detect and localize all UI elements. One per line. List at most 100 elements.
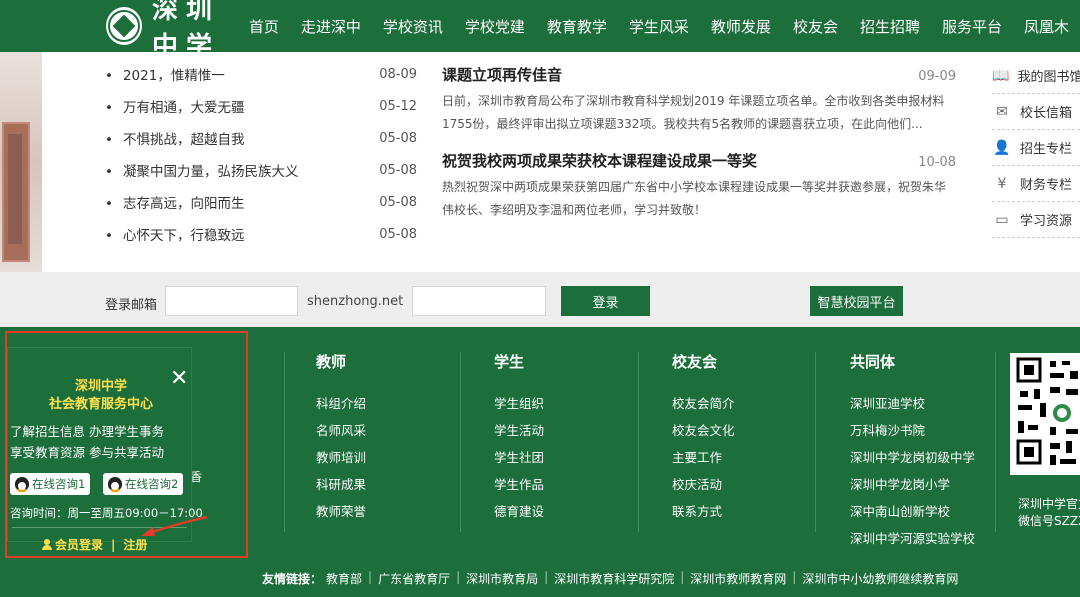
friend-link[interactable]: 深圳市教师教育网 bbox=[690, 570, 786, 587]
footer-link[interactable]: 名师风采 bbox=[316, 417, 366, 444]
footer-column: 共同体 深圳亚迪学校 万科梅沙书院 深圳中学龙岗初级中学 深圳中学龙岗小学 深中南山创新学… bbox=[850, 351, 975, 552]
friend-link[interactable]: 深圳市教育科学研究院 bbox=[554, 570, 674, 587]
footer-link[interactable]: 学生作品 bbox=[494, 471, 544, 498]
footer-link[interactable]: 德育建设 bbox=[494, 498, 544, 525]
quick-link[interactable]: ✉ 校长信箱 bbox=[992, 94, 1080, 130]
separator: | bbox=[680, 570, 685, 584]
footer-divider bbox=[460, 352, 461, 532]
consult-button-1[interactable]: 在线咨询1 bbox=[10, 473, 91, 495]
news-title[interactable]: 不惧挑战，超越自我 bbox=[105, 128, 245, 148]
nav-item[interactable]: 首页 bbox=[238, 16, 290, 37]
footer-column-title: 教师 bbox=[316, 353, 347, 371]
news-date: 05-08 bbox=[379, 130, 417, 146]
monitor-icon: ▭ bbox=[995, 211, 1009, 228]
footer-divider bbox=[995, 352, 996, 532]
email-password-input[interactable] bbox=[412, 286, 546, 316]
news-date: 05-08 bbox=[379, 226, 417, 242]
news-title[interactable]: 心怀天下，行稳致远 bbox=[105, 224, 245, 244]
yen-icon: ¥ bbox=[997, 175, 1007, 192]
article-header: 课题立项再传佳音 09-09 bbox=[442, 64, 956, 85]
footer-link[interactable]: 深中南山创新学校 bbox=[850, 498, 975, 525]
footer-link[interactable]: 科研成果 bbox=[316, 471, 366, 498]
top-nav: 深圳中学 首页 走进深中 学校资讯 学校党建 教育教学 学生风采 教师发展 校友会 招生招聘 服务… bbox=[0, 0, 1080, 62]
footer-column: 学生学生组织 学生活动 学生社团 学生作品 德育建设 bbox=[494, 351, 544, 525]
email-login-bar: 登录邮箱 shenzhong.net 登录 智慧校园平台 bbox=[0, 272, 1080, 327]
wechat-qr-code bbox=[1010, 353, 1080, 475]
news-item[interactable]: 心怀天下，行稳致远 05-08 bbox=[105, 218, 417, 250]
footer-link[interactable]: 深圳中学龙岗初级中学 bbox=[850, 444, 975, 471]
nav-item[interactable]: 凤凰木 bbox=[1013, 16, 1080, 37]
friend-link[interactable]: 广东省教育厅 bbox=[378, 570, 450, 587]
footer-link[interactable]: 万科梅沙书院 bbox=[850, 417, 975, 444]
footer-link[interactable]: 科组介绍 bbox=[316, 390, 366, 417]
quick-link[interactable]: 👤 招生专栏 bbox=[992, 130, 1080, 166]
quick-link-label: 我的图书馆 bbox=[1017, 70, 1080, 85]
news-list: 2021，惟精惟一 08-09 万有相通，大爱无疆 05-12 不惧挑战，超越自我 05-… bbox=[105, 58, 417, 250]
quick-link[interactable]: ▭ 学习资源 bbox=[992, 202, 1080, 238]
news-title[interactable]: 万有相通，大爱无疆 bbox=[105, 96, 245, 116]
popup-services-line2: 享受教育资源 参与共享活动 bbox=[10, 445, 164, 460]
school-logo[interactable]: 深圳中学 bbox=[106, 0, 222, 63]
quick-link[interactable]: 📖 我的图书馆 bbox=[992, 58, 1080, 94]
footer-column-title: 学生 bbox=[494, 353, 525, 371]
news-item[interactable]: 不惧挑战，超越自我 05-08 bbox=[105, 122, 417, 154]
footer-link[interactable]: 教师荣誉 bbox=[316, 498, 366, 525]
article-summary: 日前，深圳市教育局公布了深圳市教育科学规划2019 年课题立项名单。全市收到各类… bbox=[442, 94, 945, 131]
footer-column-title: 校友会 bbox=[672, 353, 718, 371]
red-arrow-icon bbox=[141, 515, 208, 536]
footer-link[interactable]: 主要工作 bbox=[672, 444, 735, 471]
quick-link-label: 校长信箱 bbox=[1020, 106, 1073, 121]
footer-link[interactable]: 学生组织 bbox=[494, 390, 544, 417]
footer-link[interactable]: 学生社团 bbox=[494, 444, 544, 471]
email-username-input[interactable] bbox=[165, 286, 298, 316]
article-title[interactable]: 课题立项再传佳音 bbox=[442, 64, 562, 85]
news-item[interactable]: 万有相通，大爱无疆 05-12 bbox=[105, 90, 417, 122]
article-title[interactable]: 祝贺我校两项成果荣获校本课程建设成果一等奖 bbox=[442, 150, 757, 171]
news-date: 05-08 bbox=[379, 162, 417, 178]
nav-item[interactable]: 学校资讯 bbox=[372, 16, 454, 37]
nav-item[interactable]: 教师发展 bbox=[700, 16, 782, 37]
consult-button-2[interactable]: 在线咨询2 bbox=[103, 473, 184, 495]
footer-link[interactable]: 深圳中学河源实验学校 bbox=[850, 525, 975, 552]
article-date: 09-09 bbox=[918, 69, 956, 84]
nav-item[interactable]: 服务平台 bbox=[931, 16, 1013, 37]
smart-campus-button[interactable]: 智慧校园平台 bbox=[810, 286, 903, 316]
news-date: 05-12 bbox=[379, 98, 417, 114]
footer-link[interactable]: 教师培训 bbox=[316, 444, 366, 471]
book-icon: 📖 bbox=[992, 67, 1010, 84]
nav-item[interactable]: 教育教学 bbox=[536, 16, 618, 37]
popup-services-line1: 了解招生信息 办理学生事务 bbox=[10, 424, 164, 439]
nav-item[interactable]: 学校党建 bbox=[454, 16, 536, 37]
news-item[interactable]: 2021，惟精惟一 08-09 bbox=[105, 58, 417, 90]
login-button[interactable]: 登录 bbox=[561, 286, 650, 316]
nav-menu: 首页 走进深中 学校资讯 学校党建 教育教学 学生风采 教师发展 校友会 招生招聘 服务平台 凤凰木 bbox=[238, 16, 1080, 37]
nav-item[interactable]: 学生风采 bbox=[618, 16, 700, 37]
news-title[interactable]: 2021，惟精惟一 bbox=[105, 64, 225, 84]
featured-articles: 课题立项再传佳音 09-09 日前，深圳市教育局公布了深圳市教育科学规划2019 年… bbox=[442, 64, 956, 236]
close-icon[interactable]: ✕ bbox=[170, 368, 188, 390]
news-title[interactable]: 志存高远，向阳而生 bbox=[105, 192, 245, 212]
news-item[interactable]: 凝聚中国力量，弘扬民族大义 05-08 bbox=[105, 154, 417, 186]
nav-item[interactable]: 招生招聘 bbox=[849, 16, 931, 37]
campus-photo bbox=[0, 52, 42, 272]
footer-link[interactable]: 校友会文化 bbox=[672, 417, 735, 444]
news-title[interactable]: 凝聚中国力量，弘扬民族大义 bbox=[105, 160, 299, 180]
quick-link[interactable]: ¥ 财务专栏 bbox=[992, 166, 1080, 202]
footer-link[interactable]: 校庆活动 bbox=[672, 471, 735, 498]
footer-link[interactable]: 学生活动 bbox=[494, 417, 544, 444]
user-icon bbox=[42, 539, 52, 550]
friend-link[interactable]: 深圳市教育局 bbox=[466, 570, 538, 587]
footer-link[interactable]: 联系方式 bbox=[672, 498, 735, 525]
friend-link[interactable]: 深圳市中小幼教师继续教育网 bbox=[802, 570, 958, 587]
news-item[interactable]: 志存高远，向阳而生 05-08 bbox=[105, 186, 417, 218]
footer-link[interactable]: 深圳中学龙岗小学 bbox=[850, 471, 975, 498]
footer-link[interactable]: 深圳亚迪学校 bbox=[850, 390, 975, 417]
member-login-link[interactable]: 会员登录 bbox=[55, 536, 103, 553]
footer-divider bbox=[284, 352, 285, 532]
quick-links: 📖 我的图书馆 ✉ 校长信箱 👤 招生专栏 ¥ 财务专栏 ▭ 学习资源 bbox=[992, 58, 1080, 238]
qq-penguin-icon bbox=[15, 477, 29, 492]
nav-item[interactable]: 校友会 bbox=[782, 16, 849, 37]
footer-link[interactable]: 校友会简介 bbox=[672, 390, 735, 417]
friend-link[interactable]: 教育部 bbox=[326, 570, 362, 587]
nav-item[interactable]: 走进深中 bbox=[290, 16, 372, 37]
